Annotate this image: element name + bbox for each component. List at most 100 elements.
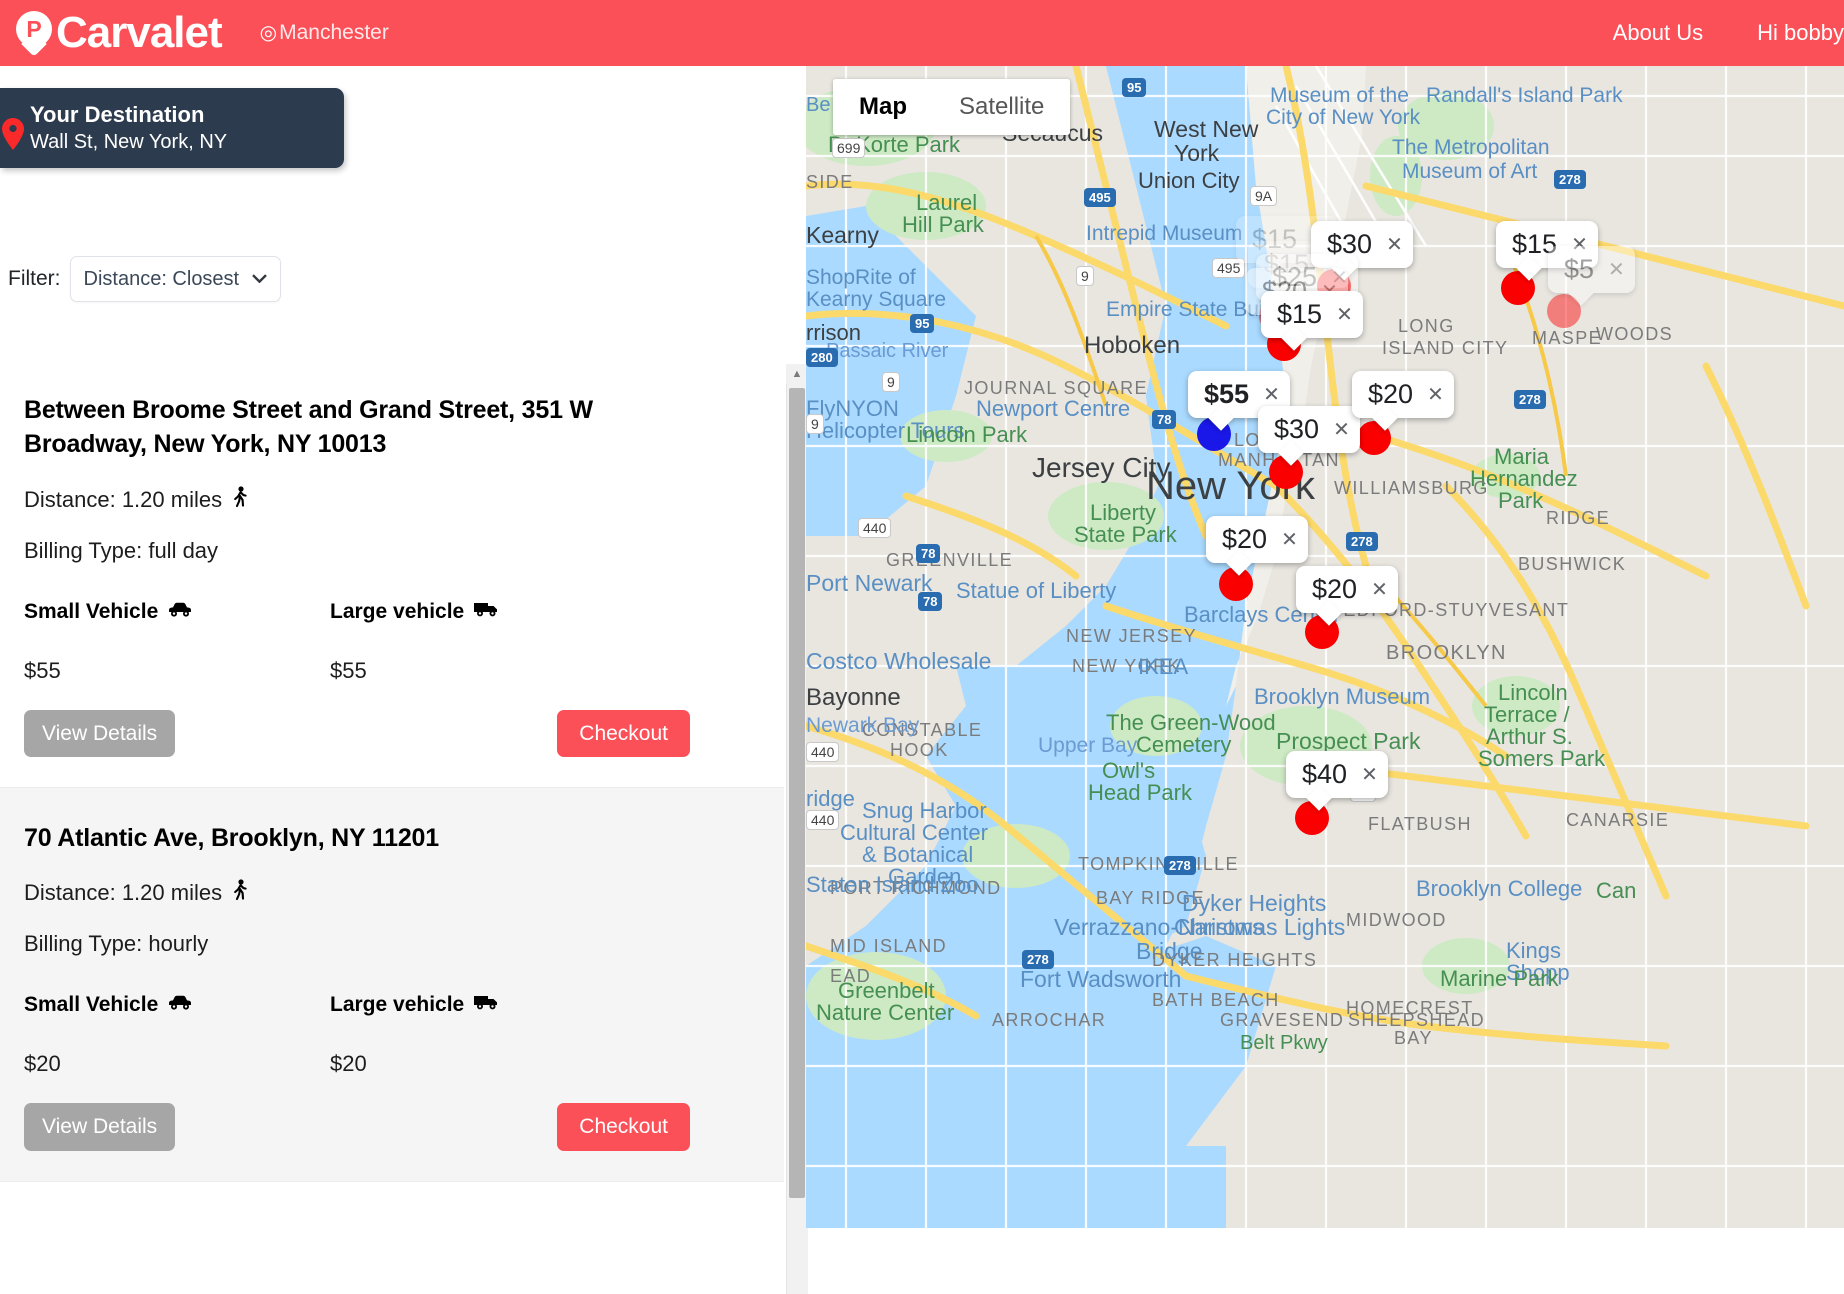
map-label: Museum of Art (1402, 160, 1538, 183)
listing-address: 70 Atlantic Ave, Brooklyn, NY 11201 (24, 823, 439, 852)
walking-person-icon (234, 485, 247, 514)
close-icon[interactable]: ✕ (1333, 420, 1350, 440)
map-overlay: SecaucusWest NewYorkUnion CityMuseum of … (806, 66, 1844, 1228)
road-shield: 278 (1514, 390, 1546, 409)
small-vehicle-price: $55 (24, 657, 61, 683)
map-label: LONG (1398, 316, 1455, 336)
price-marker-bubble[interactable]: $20 ✕ (1352, 371, 1454, 431)
listing-distance: Distance: 1.20 miles (24, 879, 756, 907)
map-label: Kearny (806, 222, 879, 248)
car-icon (167, 600, 193, 624)
view-details-button[interactable]: View Details (24, 1103, 176, 1151)
map-label: Port Newark (806, 570, 933, 596)
map-label: TOMPKINSVILLE (1078, 854, 1239, 874)
close-icon[interactable]: ✕ (1263, 385, 1280, 405)
close-icon[interactable]: ✕ (1361, 765, 1378, 785)
price-marker-bubble[interactable]: $5 ✕ (1548, 246, 1635, 306)
small-vehicle-header: Small Vehicle (24, 993, 330, 1017)
map-label: Marine Park (1440, 966, 1559, 991)
large-vehicle-price: $20 (330, 1051, 367, 1077)
vehicle-pricing: Small Vehicle $20 Large vehicle $20 (24, 993, 756, 1077)
map-label: Dyker Heights (1182, 890, 1327, 916)
close-icon[interactable]: ✕ (1281, 530, 1298, 550)
parking-dot-marker[interactable] (1295, 801, 1329, 835)
checkout-button[interactable]: Checkout (557, 709, 690, 757)
road-shield: 699 (832, 138, 866, 158)
road-shield: 278 (1164, 856, 1196, 875)
results-panel: Your Destination Wall St, New York, NY F… (0, 66, 808, 1294)
city-label: Manchester (279, 21, 389, 44)
road-shield: 78 (1152, 410, 1177, 429)
map-label: Brooklyn College (1416, 876, 1583, 901)
vehicle-pricing: Small Vehicle $55 Large vehicle $55 (24, 600, 756, 684)
checkout-button[interactable]: Checkout (557, 1103, 690, 1151)
map-label: BATH BEACH (1152, 990, 1280, 1010)
map-label: NEW JERSEY (1066, 626, 1198, 646)
map-label: ARROCHAR (992, 1010, 1107, 1030)
map-label: ShopRite of (806, 266, 916, 289)
map-label: Upper Bay (1038, 734, 1138, 757)
destination-title: Your Destination (30, 102, 205, 128)
brand-logo[interactable]: P Carvalet (14, 8, 223, 57)
filter-row: Filter: Distance: ClosestPrice: LowestPr… (8, 256, 281, 302)
price-marker-bubble[interactable]: $20 ✕ (1206, 516, 1308, 576)
small-vehicle-price: $20 (24, 1051, 61, 1077)
close-icon[interactable]: ✕ (1427, 385, 1444, 405)
header-nav: About Us Hi bobby (1613, 20, 1844, 46)
road-shield: 278 (1022, 950, 1054, 969)
price-marker-bubble[interactable]: $20 ✕ (1296, 566, 1398, 626)
map-pin-p-icon: P (14, 9, 54, 57)
filter-select[interactable]: Distance: ClosestPrice: LowestPrice: Hig… (69, 256, 281, 302)
price-marker-amount: $30 (1274, 414, 1320, 444)
map-label: BAY (1394, 1028, 1433, 1048)
destination-card: Your Destination Wall St, New York, NY (0, 88, 344, 168)
price-marker-bubble[interactable]: $40 ✕ (1286, 751, 1388, 811)
close-icon[interactable]: ✕ (1608, 260, 1625, 280)
destination-address: Wall St, New York, NY (30, 130, 228, 153)
small-vehicle-header: Small Vehicle (24, 600, 330, 624)
map-label: Intrepid Museum (1086, 222, 1243, 245)
price-marker-bubble[interactable]: $30 ✕ (1258, 406, 1360, 466)
road-shield: 278 (1346, 532, 1378, 551)
road-shield: 278 (1554, 170, 1586, 189)
price-marker-bubble[interactable]: $15 ✕ (1261, 291, 1363, 351)
results-scrollbar-thumb[interactable] (789, 388, 805, 1198)
map-view[interactable]: SecaucusWest NewYorkUnion CityMuseum of … (806, 66, 1844, 1228)
truck-icon (473, 600, 500, 624)
map-label: Brooklyn Museum (1254, 684, 1431, 709)
road-shield: 95 (910, 314, 935, 333)
map-label: Museum of the (1270, 84, 1409, 107)
road-shield: 440 (858, 518, 892, 538)
map-label: West New (1154, 116, 1259, 142)
map-label: GREENVILLE (886, 550, 1014, 570)
map-label: Lincoln Park (906, 422, 1028, 447)
walking-person-icon (234, 879, 247, 907)
about-us-link[interactable]: About Us (1613, 20, 1704, 46)
close-icon[interactable]: ✕ (1336, 305, 1353, 325)
map-label: Park (1498, 488, 1544, 513)
close-icon[interactable]: ✕ (1371, 580, 1388, 600)
map-label: Cemetery (1136, 732, 1232, 757)
listing-card[interactable]: Between Broome Street and Grand Street, … (0, 360, 784, 788)
map-label: MIDWOOD (1346, 910, 1447, 930)
view-details-button[interactable]: View Details (24, 709, 176, 757)
brand-name: Carvalet (56, 8, 223, 57)
map-label: rrison (806, 320, 862, 345)
scroll-up-arrow-icon[interactable]: ▲ (786, 364, 808, 384)
map-type-satellite[interactable]: Satellite (933, 79, 1071, 135)
map-label: Head Park (1088, 780, 1192, 805)
price-marker-amount: $40 (1302, 759, 1348, 789)
map-label: Staten Island Zoo (806, 872, 979, 897)
road-shield: 440 (806, 810, 840, 830)
city-selector[interactable]: ◎ Manchester (260, 21, 389, 45)
map-label: CANARSIE (1566, 810, 1670, 830)
map-label: ISLAND CITY (1382, 338, 1509, 358)
map-type-map[interactable]: Map (833, 79, 933, 135)
map-label: WILLIAMSBURG (1334, 478, 1489, 498)
close-icon[interactable]: ✕ (1386, 235, 1403, 255)
map-label: Costco Wholesale (806, 648, 992, 674)
map-type-control: Map Satellite (833, 79, 1071, 135)
listing-card[interactable]: 70 Atlantic Ave, Brooklyn, NY 11201 Dista… (0, 787, 784, 1182)
listing-actions: View Details Checkout (24, 1103, 690, 1151)
user-greeting[interactable]: Hi bobby (1757, 20, 1844, 46)
